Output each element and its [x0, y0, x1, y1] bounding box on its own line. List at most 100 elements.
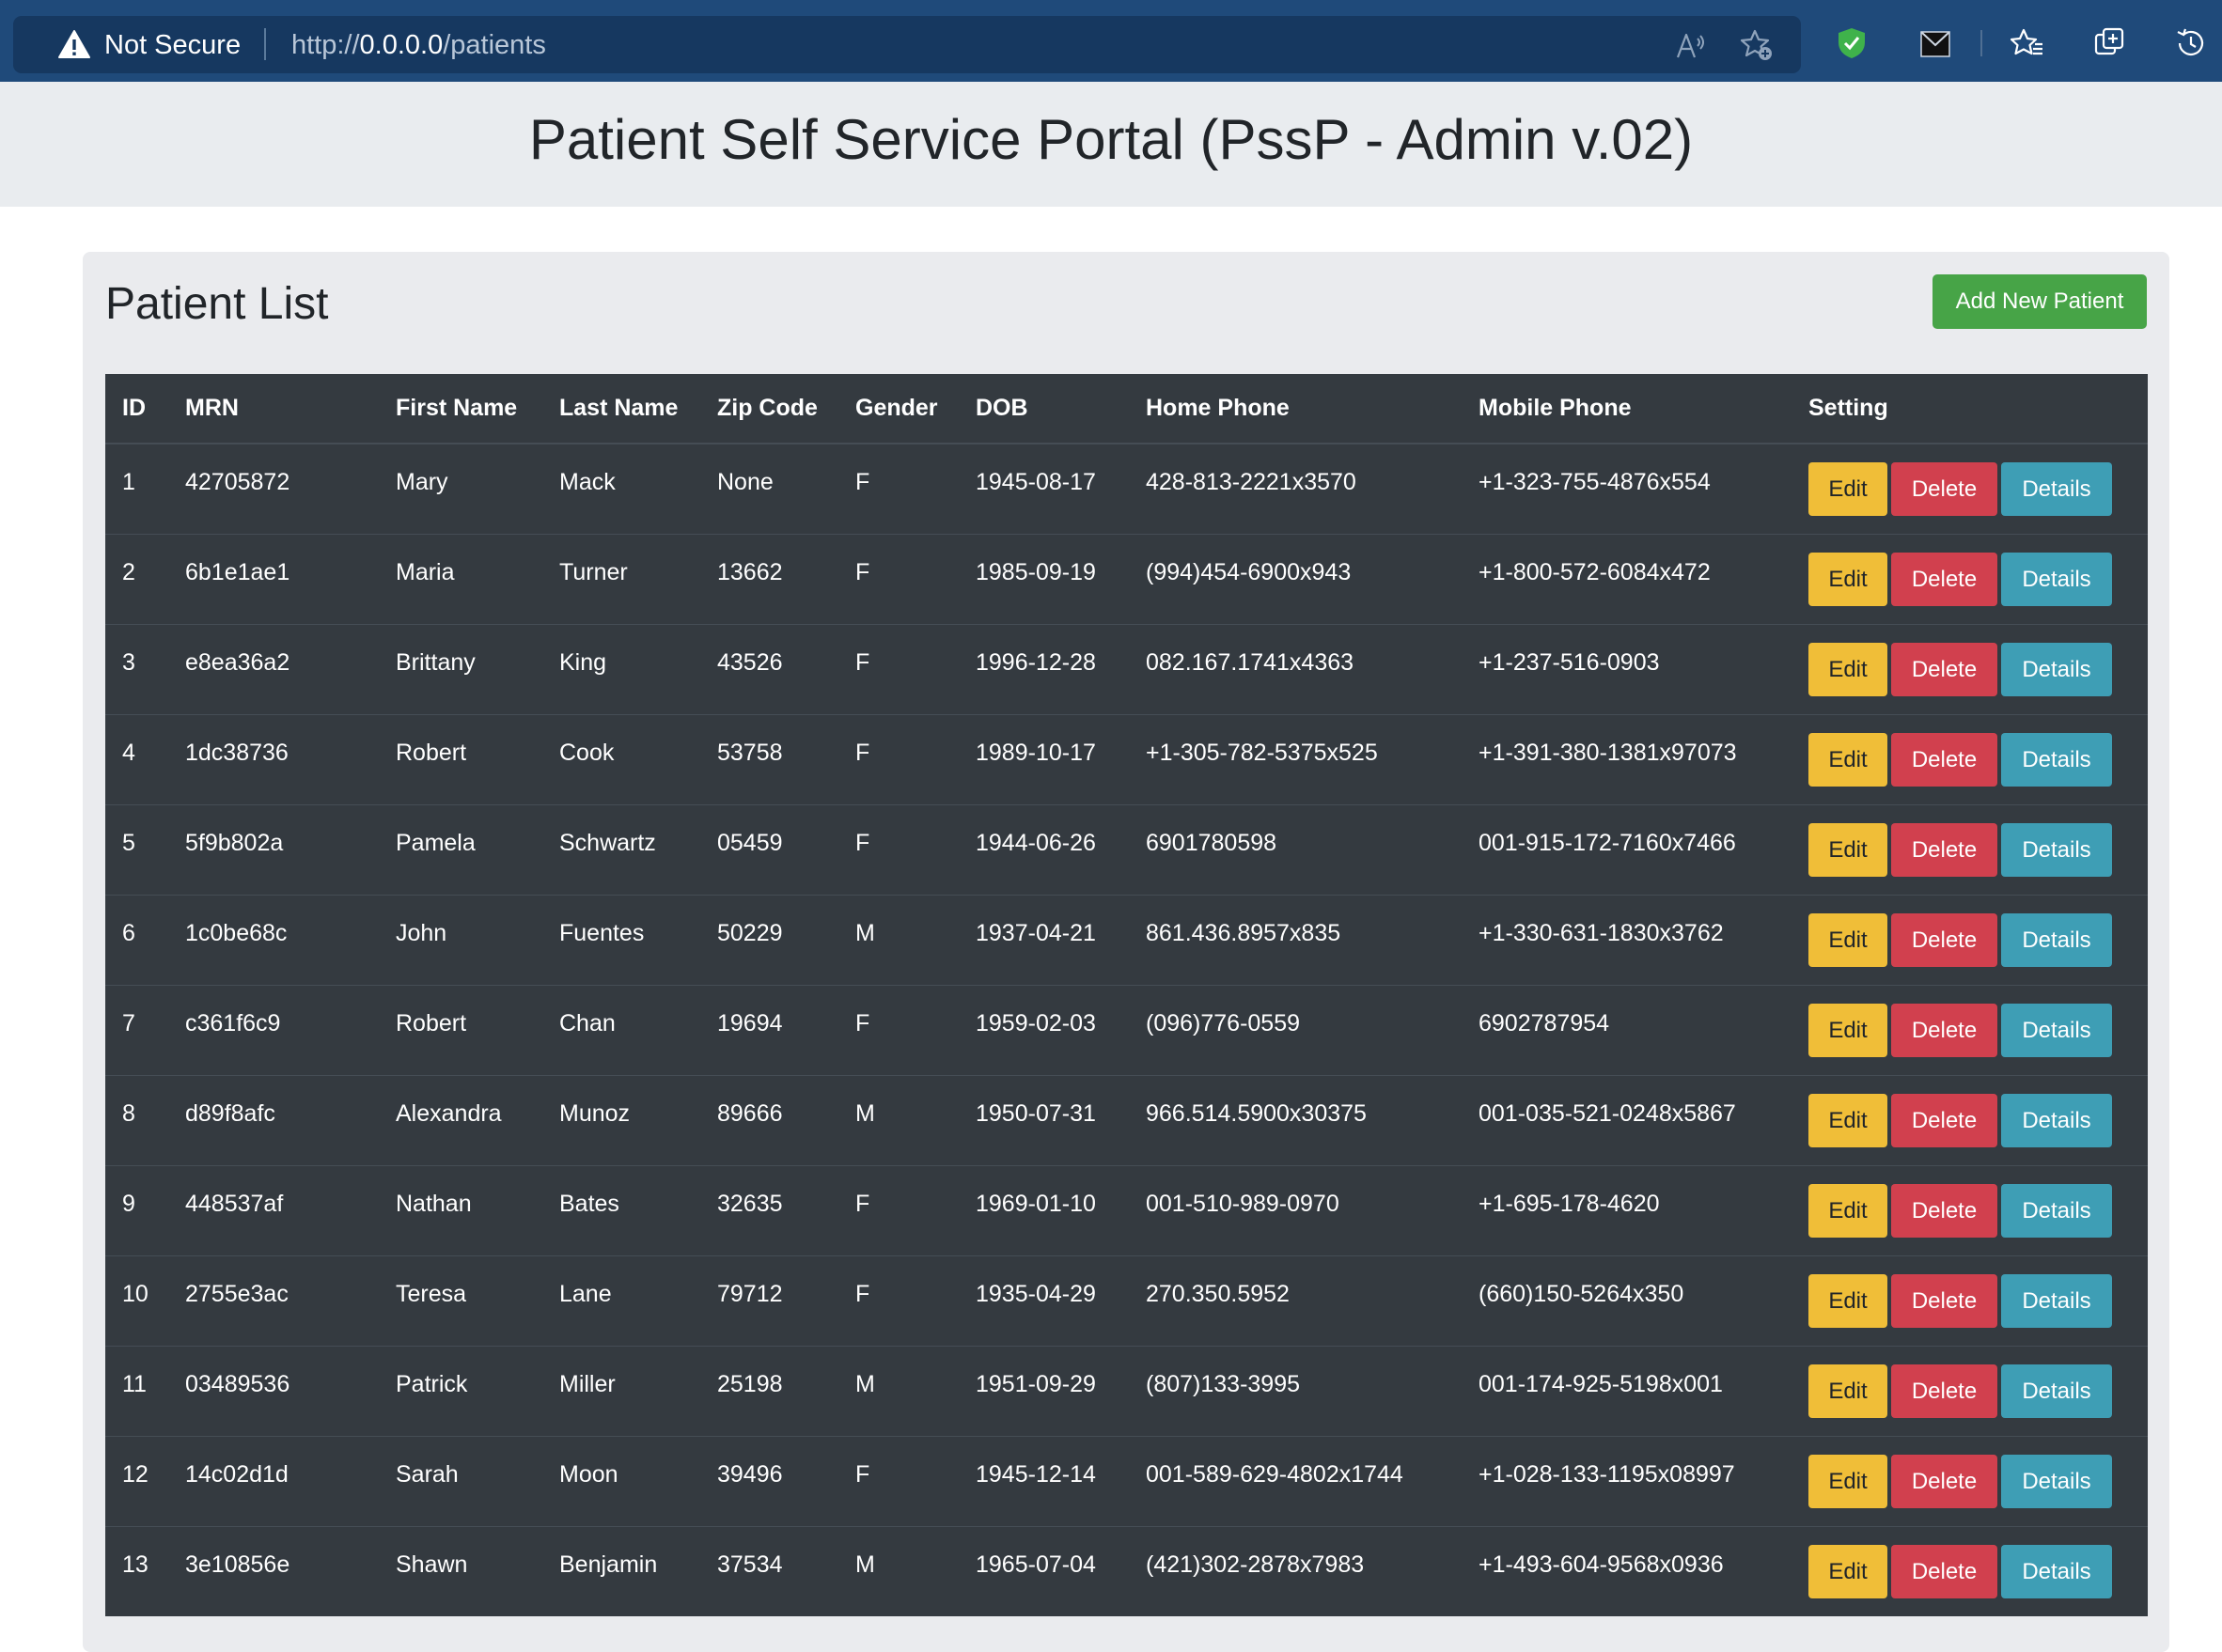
cell-id: 11 [105, 1345, 168, 1436]
security-label[interactable]: Not Secure [104, 30, 241, 60]
delete-button[interactable]: Delete [1891, 1273, 1997, 1328]
edit-button[interactable]: Edit [1808, 912, 1887, 967]
cell-gender: M [838, 894, 959, 985]
shield-extension-icon[interactable] [1834, 25, 1870, 61]
url-text[interactable]: http://0.0.0.0/patients [291, 30, 546, 60]
dob-value: 1969-01-10 [976, 1190, 1096, 1217]
edit-button[interactable]: Edit [1808, 732, 1887, 787]
cell-mobile-phone: +1-237-516-0903 [1462, 623, 1792, 714]
first-name-value: Shawn [396, 1551, 468, 1578]
address-divider [264, 28, 266, 60]
details-button[interactable]: Details [2001, 1454, 2112, 1508]
gender-value: F [855, 1280, 870, 1307]
cell-last-name: Munoz [542, 1074, 700, 1165]
edit-button[interactable]: Edit [1808, 1454, 1887, 1508]
edit-button[interactable]: Edit [1808, 1273, 1887, 1328]
home-phone-value: (994)454-6900x943 [1146, 558, 1352, 585]
table-row: 7 c361f6c9 Robert Chan 19694 F 1959-02-03 (096)… [105, 984, 2148, 1075]
first-name-value: Mary [396, 469, 448, 495]
read-aloud-icon[interactable] [1673, 27, 1709, 63]
delete-button[interactable]: Delete [1891, 461, 1997, 516]
home-phone-value: 6901780598 [1146, 829, 1277, 856]
dob-value: 1937-04-21 [976, 919, 1096, 946]
cell-mobile-phone: +1-695-178-4620 [1462, 1164, 1792, 1255]
cell-gender: F [838, 1255, 959, 1346]
cell-last-name: Miller [542, 1345, 700, 1436]
cell-last-name: Cook [542, 713, 700, 804]
delete-button[interactable]: Delete [1891, 1093, 1997, 1147]
details-button[interactable]: Details [2001, 1003, 2112, 1057]
cell-home-phone: 082.167.1741x4363 [1129, 623, 1462, 714]
details-button[interactable]: Details [2001, 1544, 2112, 1598]
gender-value: F [855, 739, 870, 766]
home-phone-value: 270.350.5952 [1146, 1280, 1290, 1307]
cell-first-name: John [379, 894, 542, 985]
edit-button[interactable]: Edit [1808, 552, 1887, 606]
cell-mrn: 1c0be68c [168, 894, 379, 985]
delete-button[interactable]: Delete [1891, 822, 1997, 877]
cell-home-phone: 001-589-629-4802x1744 [1129, 1435, 1462, 1526]
cell-dob: 1935-04-29 [959, 1255, 1129, 1346]
details-button[interactable]: Details [2001, 642, 2112, 696]
cell-setting: Edit Delete Details [1792, 533, 2148, 624]
cell-zip-code: 19694 [700, 984, 838, 1075]
edit-button[interactable]: Edit [1808, 642, 1887, 696]
first-name-value: Nathan [396, 1190, 472, 1217]
address-bar[interactable]: Not Secure http://0.0.0.0/patients [13, 16, 1801, 73]
delete-button[interactable]: Delete [1891, 552, 1997, 606]
delete-button[interactable]: Delete [1891, 1003, 1997, 1057]
cell-mobile-phone: +1-028-133-1195x08997 [1462, 1435, 1792, 1526]
table-row: 9 448537af Nathan Bates 32635 F 1969-01-10 001-… [105, 1164, 2148, 1255]
edit-button[interactable]: Edit [1808, 1544, 1887, 1598]
edit-button[interactable]: Edit [1808, 1093, 1887, 1147]
edit-button[interactable]: Edit [1808, 822, 1887, 877]
edit-button[interactable]: Edit [1808, 1183, 1887, 1238]
cell-first-name: Alexandra [379, 1074, 542, 1165]
cell-home-phone: 001-510-989-0970 [1129, 1164, 1462, 1255]
cell-zip-code: 32635 [700, 1164, 838, 1255]
toolbar-divider [1980, 30, 1982, 56]
delete-button[interactable]: Delete [1891, 1183, 1997, 1238]
history-icon[interactable] [2173, 25, 2209, 61]
favorites-icon[interactable] [2010, 25, 2045, 61]
mail-extension-icon[interactable] [1917, 26, 1953, 62]
details-button[interactable]: Details [2001, 461, 2112, 516]
details-button[interactable]: Details [2001, 1093, 2112, 1147]
zip-code-value: 53758 [717, 739, 783, 766]
cell-dob: 1937-04-21 [959, 894, 1129, 985]
cell-dob: 1959-02-03 [959, 984, 1129, 1075]
details-button[interactable]: Details [2001, 552, 2112, 606]
collections-icon[interactable] [2092, 25, 2128, 61]
mrn-value: e8ea36a2 [185, 648, 290, 676]
details-button[interactable]: Details [2001, 1364, 2112, 1418]
details-button[interactable]: Details [2001, 822, 2112, 877]
cell-home-phone: 6901780598 [1129, 803, 1462, 895]
id-value: 4 [122, 739, 135, 766]
edit-button[interactable]: Edit [1808, 461, 1887, 516]
delete-button[interactable]: Delete [1891, 642, 1997, 696]
cell-gender: F [838, 533, 959, 624]
delete-button[interactable]: Delete [1891, 732, 1997, 787]
first-name-value: Maria [396, 558, 455, 585]
add-new-patient-button[interactable]: Add New Patient [1933, 274, 2147, 329]
warning-icon[interactable] [58, 29, 90, 64]
cell-gender: F [838, 1164, 959, 1255]
cell-dob: 1951-09-29 [959, 1345, 1129, 1436]
edit-button[interactable]: Edit [1808, 1003, 1887, 1057]
gender-value: F [855, 829, 870, 856]
add-favorite-icon[interactable] [1739, 27, 1775, 63]
cell-mobile-phone: 001-174-925-5198x001 [1462, 1345, 1792, 1436]
cell-setting: Edit Delete Details [1792, 1074, 2148, 1165]
edit-button[interactable]: Edit [1808, 1364, 1887, 1418]
details-button[interactable]: Details [2001, 732, 2112, 787]
delete-button[interactable]: Delete [1891, 1544, 1997, 1598]
details-button[interactable]: Details [2001, 1273, 2112, 1328]
delete-button[interactable]: Delete [1891, 912, 1997, 967]
cell-setting: Edit Delete Details [1792, 1255, 2148, 1346]
details-button[interactable]: Details [2001, 912, 2112, 967]
dob-value: 1959-02-03 [976, 1009, 1096, 1036]
cell-home-phone: 966.514.5900x30375 [1129, 1074, 1462, 1165]
details-button[interactable]: Details [2001, 1183, 2112, 1238]
delete-button[interactable]: Delete [1891, 1364, 1997, 1418]
delete-button[interactable]: Delete [1891, 1454, 1997, 1508]
